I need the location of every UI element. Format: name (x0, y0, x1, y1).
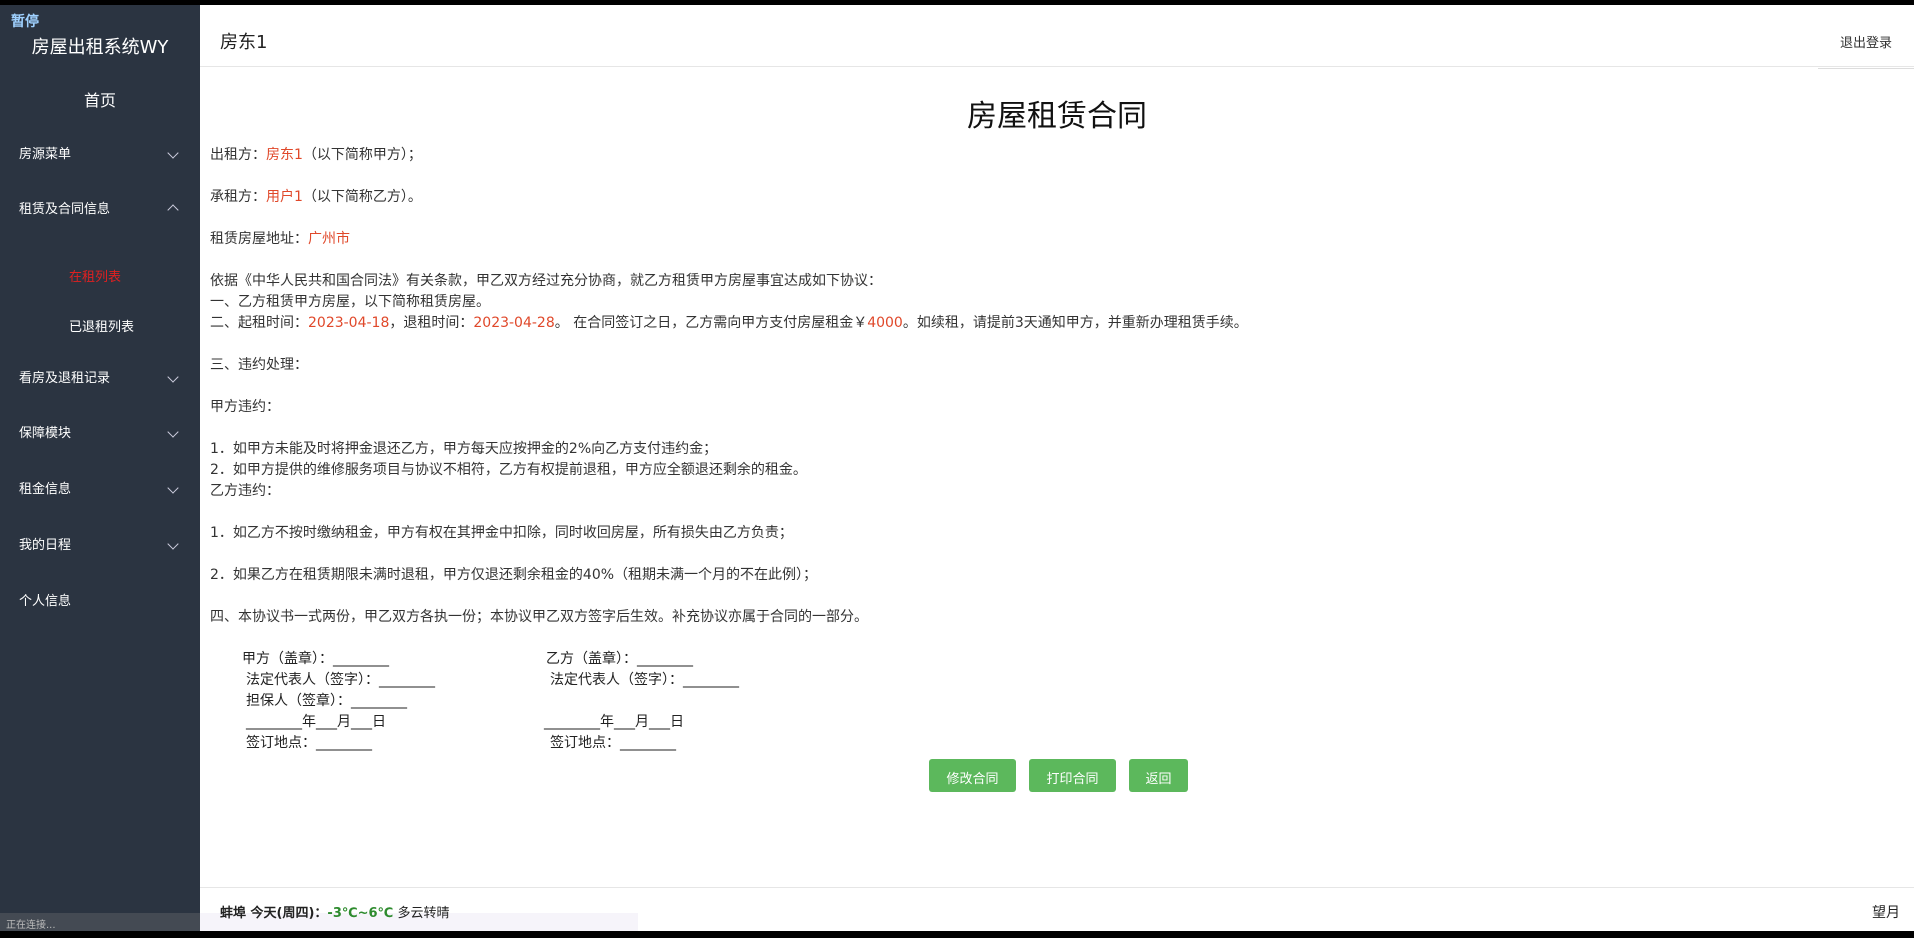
sidebar-menu-viewing-records[interactable]: 看房及退租记录 (19, 367, 181, 386)
sidebar: 暂停 房屋出租系统WY 首页 房源菜单 租赁及合同信息 在租列表 已退租列表 看… (0, 5, 200, 931)
chevron-down-icon (167, 481, 179, 494)
app-window: 暂停 房屋出租系统WY 首页 房源菜单 租赁及合同信息 在租列表 已退租列表 看… (0, 5, 1914, 931)
moon-phase: 望月 (1872, 905, 1900, 921)
contract-title: 房屋租赁合同 (967, 99, 1147, 134)
lessee-suffix: （以下简称乙方）。 (302, 189, 422, 205)
footer: 蚌埠 今天(周四)：-3℃~6℃ 多云转晴 望月 (200, 887, 1914, 931)
address-value: 广州市 (308, 231, 350, 247)
weather-city-day: 蚌埠 今天(周四)： (220, 906, 328, 921)
party-b-date: ________年___月___日 (544, 714, 684, 730)
party-a-representative: 法定代表人（签字）：________ (246, 672, 435, 688)
sidebar-menu-lease-contracts[interactable]: 租赁及合同信息 (19, 198, 181, 217)
sidebar-menu-profile[interactable]: 个人信息 (19, 590, 181, 609)
sidebar-menu-label: 我的日程 (19, 538, 72, 553)
app-title: 房屋出租系统WY (31, 37, 169, 58)
chevron-down-icon (167, 537, 179, 550)
party-a-breach-1: 1．如甲方未能及时将押金退还乙方，甲方每天应按押金的2%向乙方支付违约金； (210, 441, 718, 457)
lessor-label: 出租方： (210, 147, 266, 163)
end-date-label: ，退租时间： (389, 315, 474, 331)
address-label: 租赁房屋地址： (210, 231, 308, 247)
sidebar-menu-label: 租金信息 (19, 482, 72, 497)
start-date-value: 2023-04-18 (308, 315, 390, 331)
sidebar-menu-guarantee[interactable]: 保障模块 (19, 422, 181, 441)
party-a-breach-2: 2．如甲方提供的维修服务项目与协议不相符，乙方有权提前退租，甲方应全额退还剩余的… (210, 462, 807, 478)
sidebar-subitem-renting-list[interactable]: 在租列表 (69, 266, 121, 285)
contract-document: 房屋租赁合同 出租方：房东1（以下简称甲方）； 承租方：用户1（以下简称乙方）。… (200, 67, 1914, 887)
weather-temperature: -3℃~6℃ (327, 906, 394, 921)
sidebar-menu-label: 房源菜单 (19, 147, 72, 162)
header: 房东1 退出登录 (200, 5, 1914, 69)
party-a-seal: 甲方（盖章）：________ (242, 651, 389, 667)
party-a-place: 签订地点：________ (246, 735, 372, 751)
clause-3: 三、违约处理： (210, 357, 308, 373)
current-user-name: 房东1 (220, 32, 268, 53)
chevron-down-icon (167, 370, 179, 383)
chevron-down-icon (167, 146, 179, 159)
paused-overlay-label: 暂停 (11, 14, 39, 30)
weather-condition: 多云转晴 (397, 906, 450, 921)
clause-4: 四、本协议书一式两份，甲乙双方各执一份；本协议甲乙双方签字后生效。补充协议亦属于… (210, 609, 868, 625)
rent-value: 4000 (867, 315, 903, 331)
sidebar-menu-label: 看房及退租记录 (19, 371, 111, 386)
party-b-breach-1: 1．如乙方不按时缴纳租金，甲方有权在其押金中扣除，同时收回房屋，所有损失由乙方负… (210, 525, 793, 541)
party-b-place: 签订地点：________ (550, 735, 676, 751)
sidebar-menu-label: 个人信息 (19, 594, 72, 609)
renewal-note: 。如续租，请提前3天通知甲方，并重新办理租赁手续。 (902, 315, 1248, 331)
lessor-suffix: （以下简称甲方）； (302, 147, 422, 163)
print-contract-button[interactable]: 打印合同 (1029, 759, 1116, 792)
chevron-up-icon (167, 203, 179, 216)
sidebar-menu-listings[interactable]: 房源菜单 (19, 143, 181, 162)
browser-status-text: 正在连接... (0, 913, 200, 931)
start-date-label: 二、起租时间： (210, 315, 308, 331)
lessor-value: 房东1 (266, 147, 303, 163)
edit-contract-button[interactable]: 修改合同 (929, 759, 1016, 792)
party-a-date: ________年___月___日 (246, 714, 386, 730)
party-b-seal: 乙方（盖章）：________ (546, 651, 693, 667)
lessee-value: 用户1 (266, 189, 303, 205)
logout-button[interactable]: 退出登录 (1818, 19, 1914, 69)
rent-label: 。 在合同签订之日，乙方需向甲方支付房屋租金￥ (554, 315, 868, 331)
end-date-value: 2023-04-28 (473, 315, 555, 331)
party-b-breach-2: 2．如果乙方在租赁期限未满时退租，甲方仅退还剩余租金的40%（租期未满一个月的不… (210, 567, 818, 583)
chevron-down-icon (167, 425, 179, 438)
party-b-representative: 法定代表人（签字）：________ (550, 672, 739, 688)
party-a-breach-heading: 甲方违约： (210, 399, 280, 415)
sidebar-subitem-returned-list[interactable]: 已退租列表 (69, 316, 134, 335)
sidebar-menu-label: 保障模块 (19, 426, 72, 441)
sidebar-menu-schedule[interactable]: 我的日程 (19, 534, 181, 553)
lessee-line: 承租方：用户1（以下简称乙方）。 (210, 186, 422, 206)
clause-2: 二、起租时间：2023-04-18，退租时间：2023-04-28。 在合同签订… (210, 312, 1248, 332)
sidebar-item-home[interactable]: 首页 (0, 87, 200, 111)
sidebar-menu-rent-info[interactable]: 租金信息 (19, 478, 181, 497)
intro-line: 依据《中华人民共和国合同法》有关条款，甲乙双方经过充分协商，就乙方租赁甲方房屋事… (210, 273, 882, 289)
sidebar-menu-label: 租赁及合同信息 (19, 202, 111, 217)
lessor-line: 出租方：房东1（以下简称甲方）； (210, 144, 422, 164)
lessee-label: 承租方： (210, 189, 266, 205)
party-b-breach-heading: 乙方违约： (210, 483, 280, 499)
clause-1: 一、乙方租赁甲方房屋，以下简称租赁房屋。 (210, 294, 490, 310)
weather-widget: 蚌埠 今天(周四)：-3℃~6℃ 多云转晴 (220, 902, 449, 921)
back-button[interactable]: 返回 (1129, 759, 1188, 792)
guarantor-seal: 担保人（签章）：________ (246, 693, 407, 709)
address-line: 租赁房屋地址：广州市 (210, 228, 350, 248)
